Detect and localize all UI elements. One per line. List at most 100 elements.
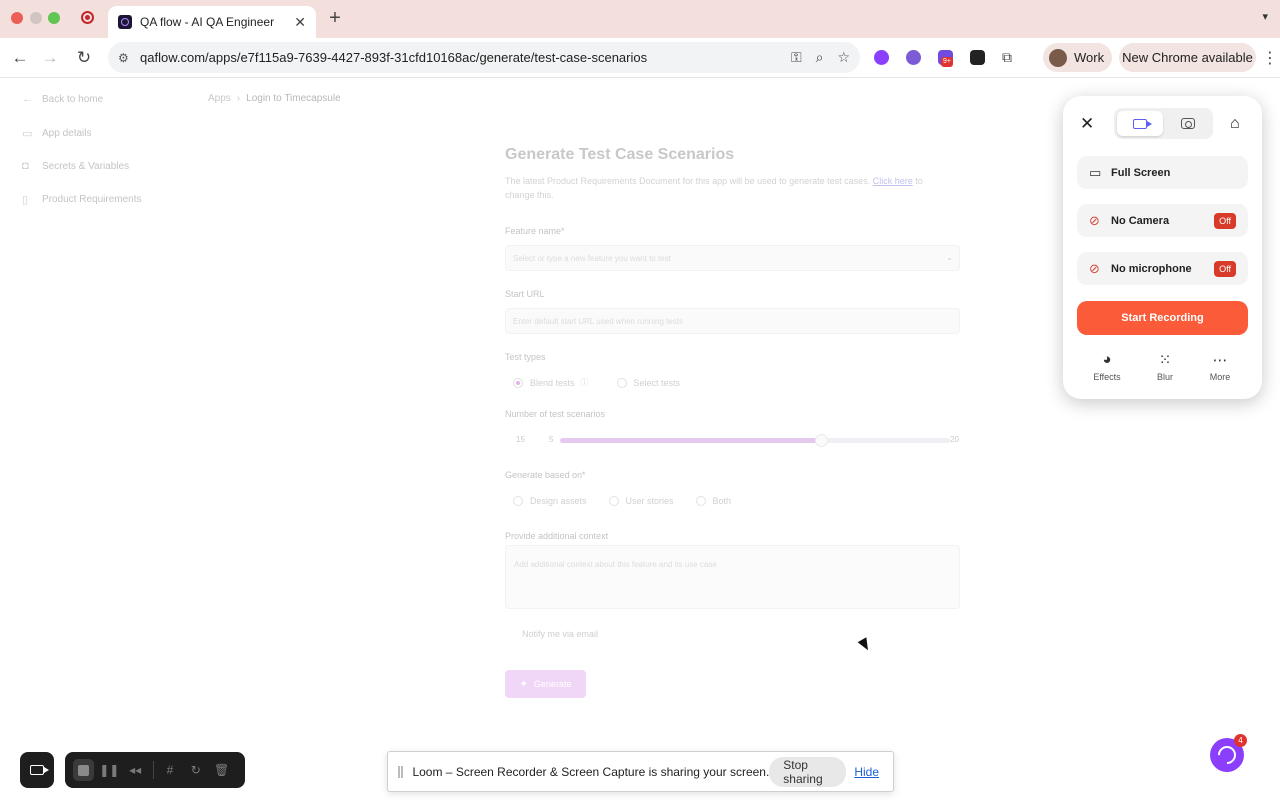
feature-name-combobox[interactable]: Select or type a new feature you want to…: [505, 245, 960, 271]
restart-icon[interactable]: ↻: [185, 759, 206, 781]
loom-camera-bubble-button[interactable]: [20, 752, 54, 788]
close-icon[interactable]: ✕: [1080, 114, 1094, 134]
recording-indicator-icon: [81, 11, 94, 24]
tool-label: More: [1209, 372, 1231, 382]
extension-arrow-icon[interactable]: [970, 50, 985, 65]
stop-sharing-button[interactable]: Stop sharing: [769, 756, 847, 787]
avatar: [1049, 48, 1067, 67]
profile-button[interactable]: Work: [1043, 43, 1112, 72]
test-type-options: Blend tests ⓘ Select tests: [513, 377, 680, 388]
tool-label: Blur: [1156, 372, 1173, 382]
monitor-icon: ▭: [1089, 164, 1102, 180]
chrome-update-button[interactable]: New Chrome available: [1119, 43, 1256, 72]
video-mode-button[interactable]: [1117, 111, 1163, 136]
extension-badge-icon[interactable]: 9+: [938, 50, 953, 67]
breadcrumb-current: Login to Timecapsule: [246, 93, 341, 104]
app-icon: ▭: [22, 128, 33, 140]
camera-off-icon: ⊘: [1089, 212, 1100, 228]
microphone-option[interactable]: ⊘ No microphone Off: [1077, 252, 1248, 285]
blur-icon: ⁙: [1158, 352, 1172, 369]
breadcrumb-apps[interactable]: Apps: [208, 93, 231, 104]
camera-off-badge[interactable]: Off: [1214, 212, 1236, 229]
slider-fill: [560, 438, 822, 443]
camera-icon: [1181, 118, 1195, 129]
address-bar[interactable]: ⚙ qaflow.com/apps/e7f115a9-7639-4427-893…: [108, 42, 860, 73]
pause-icon[interactable]: ❚❚: [99, 759, 120, 781]
stop-recording-button[interactable]: [73, 759, 94, 781]
bookmark-star-icon[interactable]: ☆: [837, 49, 850, 66]
user-stories-label: User stories: [625, 496, 674, 506]
hide-link[interactable]: Hide: [854, 765, 879, 779]
extensions-puzzle-icon[interactable]: ⧉: [1002, 50, 1017, 65]
scenarios-slider[interactable]: [560, 434, 950, 447]
sidebar-item-back[interactable]: ← Back to home: [22, 93, 103, 105]
extension-loom-icon[interactable]: [874, 50, 889, 65]
tab-search-chevron-icon[interactable]: ▾: [1262, 10, 1268, 23]
forward-button[interactable]: →: [40, 48, 60, 68]
lock-icon: ◘: [22, 160, 29, 172]
notify-email-toggle[interactable]: Notify me via email: [522, 629, 598, 639]
home-icon[interactable]: ⌂: [1230, 115, 1240, 133]
browser-tab[interactable]: QA flow - AI QA Engineer ✕: [108, 6, 316, 38]
user-stories-radio[interactable]: [608, 496, 619, 506]
extension-badge: 9+: [941, 57, 953, 67]
microphone-off-badge[interactable]: Off: [1214, 260, 1236, 277]
tab-close-icon[interactable]: ✕: [294, 14, 306, 31]
more-button[interactable]: ⋯ More: [1198, 351, 1242, 382]
select-tests-radio[interactable]: [616, 377, 627, 388]
site-info-icon[interactable]: ⚙: [118, 51, 130, 65]
design-assets-label: Design assets: [530, 496, 587, 506]
option-label: No Camera: [1111, 214, 1170, 227]
sidebar-item-label: Back to home: [42, 93, 104, 105]
effects-button[interactable]: ◕ Effects: [1085, 351, 1129, 382]
scenarios-max: 20: [950, 435, 959, 444]
full-screen-option[interactable]: ▭ Full Screen: [1077, 156, 1248, 189]
reload-button[interactable]: ↻: [74, 48, 94, 68]
url-text[interactable]: qaflow.com/apps/e7f115a9-7639-4427-893f-…: [140, 50, 777, 65]
sidebar-item-label: Product Requirements: [42, 194, 142, 205]
generate-button[interactable]: ✦ Generate: [505, 670, 586, 698]
zoom-icon[interactable]: ⌕: [816, 49, 824, 66]
scenarios-min: 5: [549, 435, 554, 444]
sidebar-item-secrets[interactable]: ◘ Secrets & Variables: [22, 160, 129, 172]
password-key-icon[interactable]: ⚿: [791, 49, 802, 66]
minimize-window-button[interactable]: [30, 12, 42, 24]
slider-thumb[interactable]: [815, 434, 829, 447]
blend-tests-radio[interactable]: [513, 377, 523, 388]
back-button[interactable]: ←: [10, 48, 30, 68]
start-recording-button[interactable]: Start Recording: [1077, 301, 1248, 335]
notification-badge: 4: [1234, 734, 1247, 747]
info-icon[interactable]: ⓘ: [581, 377, 589, 388]
start-url-input[interactable]: Enter default start URL used when runnin…: [505, 308, 960, 334]
maximize-window-button[interactable]: [48, 12, 60, 24]
grid-icon[interactable]: #: [159, 759, 180, 781]
blend-tests-label: Blend tests: [530, 377, 575, 388]
browser-toolbar: ← → ↻ ⚙ qaflow.com/apps/e7f115a9-7639-44…: [0, 38, 1280, 78]
trash-icon[interactable]: 🗑: [211, 759, 232, 781]
generate-label: Generate: [533, 679, 572, 689]
sidebar-item-app-details[interactable]: ▭ App details: [22, 127, 91, 140]
select-tests-label: Select tests: [633, 377, 681, 388]
blur-button[interactable]: ⁙ Blur: [1143, 351, 1187, 382]
feature-name-placeholder: Select or type a new feature you want to…: [513, 254, 671, 263]
help-chat-button[interactable]: 4: [1210, 734, 1247, 772]
both-label: Both: [712, 496, 732, 506]
effects-icon: ◕: [1102, 351, 1112, 368]
new-tab-button[interactable]: +: [326, 7, 344, 30]
chrome-menu-icon[interactable]: ⋮: [1262, 48, 1278, 68]
mouse-cursor-icon: [857, 637, 873, 653]
recording-mode-toggle: [1114, 108, 1213, 139]
drag-handle-icon[interactable]: [398, 765, 404, 778]
more-icon: ⋯: [1212, 352, 1228, 369]
rewind-icon[interactable]: ◂◂: [125, 759, 146, 781]
design-assets-radio[interactable]: [513, 496, 523, 506]
camera-option[interactable]: ⊘ No Camera Off: [1077, 204, 1248, 237]
sidebar-item-requirements[interactable]: ▯ Product Requirements: [22, 193, 142, 206]
change-prd-link[interactable]: Click here: [873, 176, 913, 186]
screenshot-mode-button[interactable]: [1166, 111, 1210, 136]
extension-purple-icon[interactable]: [906, 50, 921, 65]
feature-name-label: Feature name*: [505, 226, 565, 236]
context-textarea[interactable]: Add additional context about this featur…: [505, 545, 960, 609]
both-radio[interactable]: [695, 496, 706, 506]
close-window-button[interactable]: [11, 12, 23, 24]
